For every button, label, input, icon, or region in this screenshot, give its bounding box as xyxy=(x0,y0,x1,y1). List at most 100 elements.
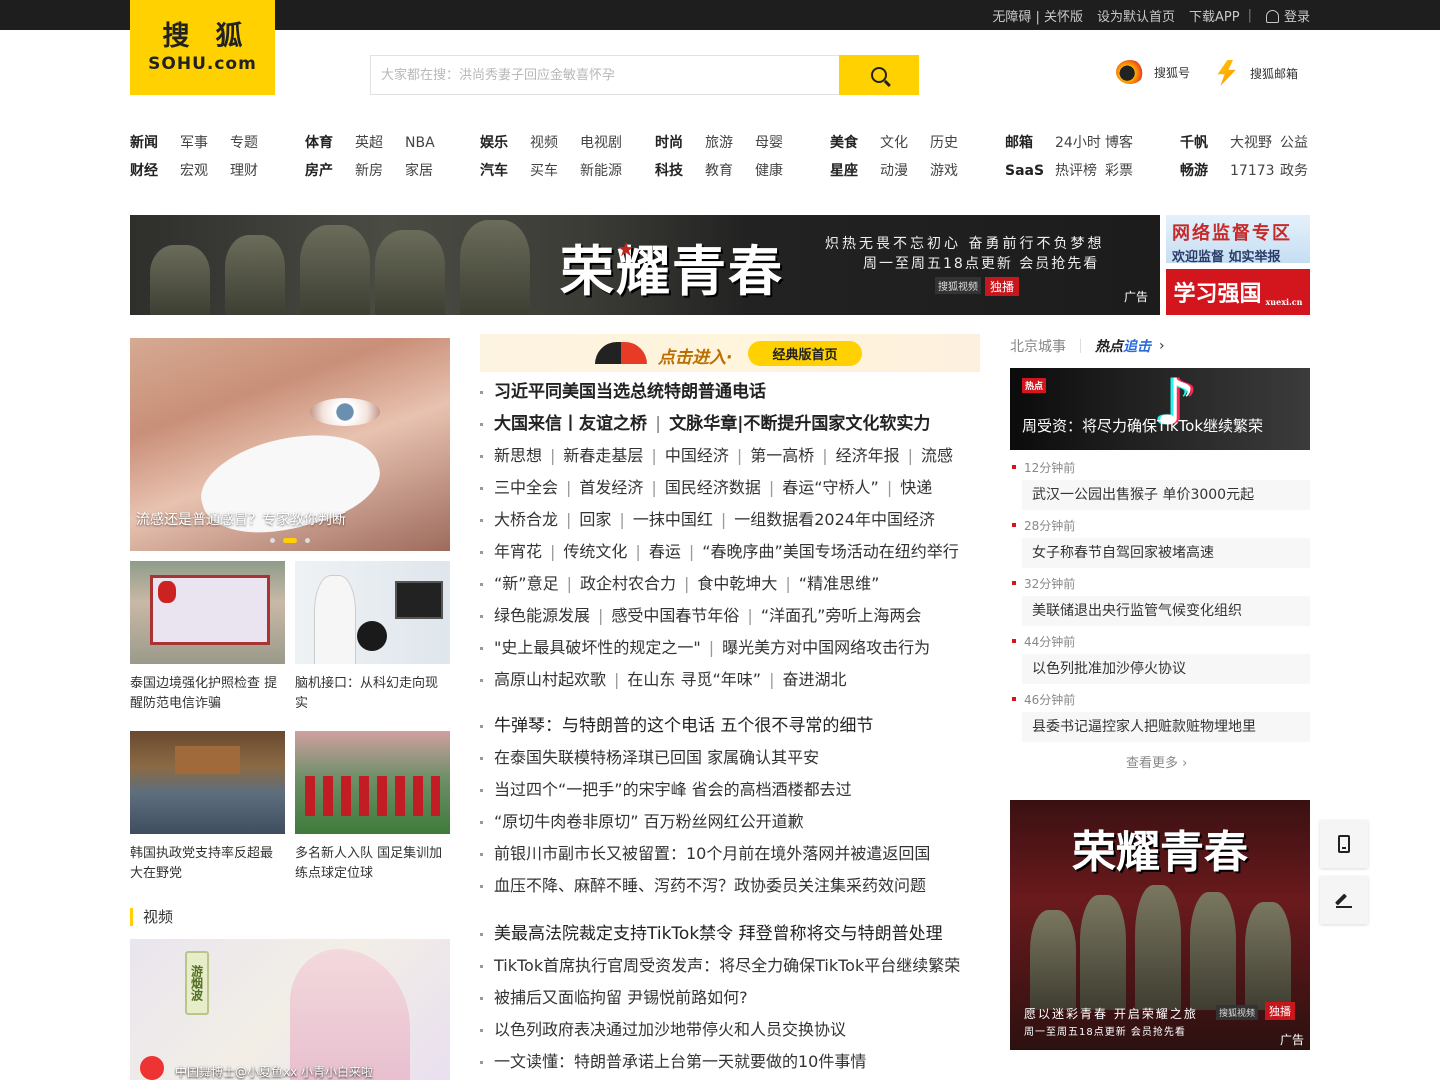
see-more-link[interactable]: 查看更多 › xyxy=(1126,752,1187,771)
nav-item[interactable]: 英超 xyxy=(355,133,405,153)
topic-link[interactable]: 食中乾坤大 xyxy=(697,574,777,593)
nav-item[interactable]: 畅游 xyxy=(1180,161,1230,181)
topic-link[interactable]: 感受中国春节年俗 xyxy=(611,606,739,625)
nav-item[interactable]: 彩票 xyxy=(1105,161,1133,181)
nav-item[interactable]: 母婴 xyxy=(755,133,783,153)
nav-item[interactable]: 买车 xyxy=(530,161,580,181)
chevron-right-icon[interactable]: › xyxy=(1159,338,1165,354)
news-item[interactable]: 血压不降、麻醉不睡、泻药不泻？政协委员关注集采药效问题 xyxy=(480,870,980,902)
topic-link[interactable]: 春运“守桥人” xyxy=(782,478,879,497)
news-link[interactable]: 血压不降、麻醉不睡、泻药不泻？政协委员关注集采药效问题 xyxy=(494,876,926,895)
topic-link[interactable]: 绿色能源发展 xyxy=(494,606,590,625)
nav-item[interactable]: 大视野 xyxy=(1230,133,1280,153)
news-item[interactable]: 牛弹琴：与特朗普的这个电话 五个很不寻常的细节 xyxy=(480,710,980,742)
nav-item[interactable]: 星座 xyxy=(830,161,880,181)
carousel-dot-active[interactable] xyxy=(283,538,297,543)
news-item[interactable]: 当过四个“一把手”的宋宇峰 省会的高档酒楼都去过 xyxy=(480,774,980,806)
feed-text[interactable]: 县委书记逼控家人把赃款赃物埋地里 xyxy=(1022,712,1310,742)
feed-item[interactable]: 28分钟前 女子称春节自驾回家被堵高速 xyxy=(1010,518,1310,568)
news-item[interactable]: 美最高法院裁定支持TikTok禁令 拜登曾称将交与特朗普处理 xyxy=(480,918,980,950)
news-card[interactable]: 韩国执政党支持率反超最大在野党 xyxy=(130,731,285,884)
news-link[interactable]: 牛弹琴：与特朗普的这个电话 五个很不寻常的细节 xyxy=(494,716,873,736)
sohu-logo[interactable]: 搜狐 SOHU.com xyxy=(130,0,275,95)
hot-top-card[interactable]: ♪ 热点 周受资：将尽力确保TikTok继续繁荣 xyxy=(1010,368,1310,450)
nav-item[interactable]: 专题 xyxy=(230,133,258,153)
nav-item[interactable]: 政务 xyxy=(1280,161,1308,181)
nav-item[interactable]: 新房 xyxy=(355,161,405,181)
nav-item[interactable]: 17173 xyxy=(1230,161,1280,181)
news-item[interactable]: 在泰国失联模特杨泽琪已回国 家属确认其平安 xyxy=(480,742,980,774)
nav-item[interactable]: 财经 xyxy=(130,161,180,181)
feed-text[interactable]: 女子称春节自驾回家被堵高速 xyxy=(1022,538,1310,568)
nav-item[interactable]: 科技 xyxy=(655,161,705,181)
play-icon[interactable] xyxy=(140,1056,164,1080)
nav-item[interactable]: 文化 xyxy=(880,133,930,153)
topic-link[interactable]: 快递 xyxy=(900,478,932,497)
nav-item[interactable]: 公益 xyxy=(1280,133,1308,153)
right-ad[interactable]: 荣耀青春 愿以迷彩青春 开启荣耀之旅 周一至周五18点更新 会员抢先看 搜狐视频… xyxy=(1010,800,1310,1050)
nav-item[interactable]: 军事 xyxy=(180,133,230,153)
accessibility-link[interactable]: 无障碍 | 关怀版 xyxy=(992,6,1083,25)
topic-link[interactable]: 一抹中国红 xyxy=(633,510,713,529)
nav-item[interactable]: 娱乐 xyxy=(480,133,530,153)
feed-item[interactable]: 12分钟前 武汉一公园出售猴子 单价3000元起 xyxy=(1010,460,1310,510)
classic-entry-bar[interactable]: 点击进入· 经典版首页 xyxy=(480,334,980,372)
news-card[interactable]: 泰国边境强化护照检查 提醒防范电信诈骗 xyxy=(130,561,285,714)
nav-item[interactable]: 千帆 xyxy=(1180,133,1230,153)
mobile-version-button[interactable] xyxy=(1320,820,1368,868)
news-link[interactable]: TikTok首席执行官周受资发声：将尽全力确保TikTok平台继续繁荣 xyxy=(494,956,960,975)
nav-item[interactable]: 热评榜 xyxy=(1055,161,1105,181)
feed-text[interactable]: 武汉一公园出售猴子 单价3000元起 xyxy=(1022,480,1310,510)
topic-link[interactable]: 回家 xyxy=(579,510,611,529)
nav-item[interactable]: 家居 xyxy=(405,161,435,181)
topic-link[interactable]: 奋进湖北 xyxy=(782,670,846,689)
topic-link[interactable]: "史上最具破坏性的规定之一" xyxy=(494,638,701,657)
nav-item[interactable]: 邮箱 xyxy=(1005,133,1055,153)
nav-item[interactable]: 健康 xyxy=(755,161,783,181)
feed-text[interactable]: 以色列批准加沙停火协议 xyxy=(1022,654,1310,684)
download-app-link[interactable]: 下载APP xyxy=(1189,6,1240,25)
news-item[interactable]: “原切牛肉卷非原切” 百万粉丝网红公开道歉 xyxy=(480,806,980,838)
topic-link[interactable]: 经济年报 xyxy=(836,446,900,465)
feed-item[interactable]: 44分钟前 以色列批准加沙停火协议 xyxy=(1010,634,1310,684)
nav-item[interactable]: 旅游 xyxy=(705,133,755,153)
nav-item[interactable]: 美食 xyxy=(830,133,880,153)
topic-link[interactable]: 首发经济 xyxy=(579,478,643,497)
news-item[interactable]: TikTok首席执行官周受资发声：将尽全力确保TikTok平台继续繁荣 xyxy=(480,950,980,982)
topic-link[interactable]: 新思想 xyxy=(494,446,542,465)
report-zone-ad[interactable]: 网络监督专区 欢迎监督 如实举报 xyxy=(1166,215,1310,265)
topic-link[interactable]: “新”意足 xyxy=(494,574,559,593)
search-button[interactable] xyxy=(839,55,919,95)
topic-link[interactable]: 大桥合龙 xyxy=(494,510,558,529)
nav-item[interactable]: SaaS xyxy=(1005,161,1055,181)
nav-item[interactable]: 教育 xyxy=(705,161,755,181)
nav-item[interactable]: 博客 xyxy=(1105,133,1133,153)
nav-item[interactable]: 房产 xyxy=(305,161,355,181)
topic-link[interactable]: 中国经济 xyxy=(665,446,729,465)
topic-link[interactable]: 在山东 寻觅“年味” xyxy=(627,670,761,689)
nav-item[interactable]: 新闻 xyxy=(130,133,180,153)
video-card[interactable]: 游烟波 中国舞博士@小夏鱼xx 小青小白来啦 xyxy=(130,939,450,1080)
tab-hot[interactable]: 热点追击 xyxy=(1095,336,1151,356)
top-banner-ad[interactable]: 荣耀青春 ★ 炽热无畏不忘初心 奋勇前行不负梦想 周一至周五18点更新 会员抢先… xyxy=(130,215,1160,315)
sohuhao-link[interactable]: 搜狐号 xyxy=(1116,60,1190,84)
set-homepage-link[interactable]: 设为默认首页 xyxy=(1097,6,1175,25)
topic-link[interactable]: 一组数据看2024年中国经济 xyxy=(734,510,935,529)
news-link[interactable]: 一文读懂：特朗普承诺上台第一天就要做的10件事情 xyxy=(494,1052,866,1071)
news-card[interactable]: 多名新人入队 国足集训加练点球定位球 xyxy=(295,731,450,884)
news-link[interactable]: “原切牛肉卷非原切” 百万粉丝网红公开道歉 xyxy=(494,812,804,831)
nav-item[interactable]: 时尚 xyxy=(655,133,705,153)
feed-text[interactable]: 美联储退出央行监管气候变化组织 xyxy=(1022,596,1310,626)
news-link[interactable]: 被捕后又面临拘留 尹锡悦前路如何? xyxy=(494,988,748,1007)
feed-item[interactable]: 46分钟前 县委书记逼控家人把赃款赃物埋地里 xyxy=(1010,692,1310,742)
carousel-dot[interactable] xyxy=(270,538,275,543)
nav-item[interactable]: 动漫 xyxy=(880,161,930,181)
topic-link[interactable]: 高原山村起欢歌 xyxy=(494,670,606,689)
news-item[interactable]: 一文读懂：特朗普承诺上台第一天就要做的10件事情 xyxy=(480,1046,980,1078)
news-item[interactable]: 以色列政府表决通过加沙地带停火和人员交换协议 xyxy=(480,1014,980,1046)
xuexi-ad[interactable]: 学习强国 xuexi.cn xyxy=(1166,269,1310,315)
topic-link[interactable]: 曝光美方对中国网络攻击行为 xyxy=(722,638,930,657)
news-item[interactable]: 前银川市副市长又被留置：10个月前在境外落网并被遣返回国 xyxy=(480,838,980,870)
news-link[interactable]: 美最高法院裁定支持TikTok禁令 拜登曾称将交与特朗普处理 xyxy=(494,924,943,944)
hero-slide[interactable]: 流感还是普通感冒？专家教你判断 xyxy=(130,338,450,551)
